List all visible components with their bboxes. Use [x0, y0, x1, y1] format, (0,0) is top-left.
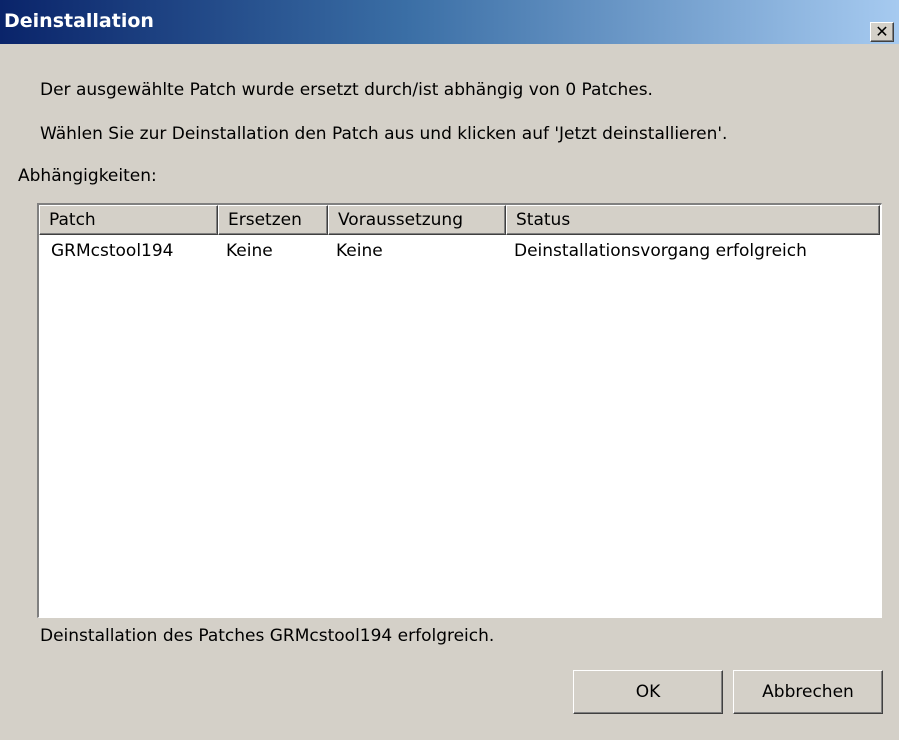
close-icon: ✕ [875, 22, 889, 41]
window-title: Deinstallation [4, 10, 154, 32]
list-header: Patch Ersetzen Voraussetzung Status [39, 205, 881, 235]
column-header-voraussetzung[interactable]: Voraussetzung [328, 205, 506, 235]
cell-status: Deinstallationsvorgang erfolgreich [514, 241, 807, 261]
close-button[interactable]: ✕ [870, 22, 894, 42]
cancel-button[interactable]: Abbrechen [733, 670, 883, 714]
column-header-patch[interactable]: Patch [39, 205, 218, 235]
column-header-status[interactable]: Status [506, 205, 880, 235]
cell-patch: GRMcstool194 [51, 241, 174, 261]
info-message-dependencies: Der ausgewählte Patch wurde ersetzt durc… [40, 80, 653, 100]
ok-button[interactable]: OK [573, 670, 723, 714]
cell-ersetzen: Keine [226, 241, 273, 261]
table-row[interactable]: GRMcstool194 Keine Keine Deinstallations… [39, 239, 881, 265]
cell-voraussetzung: Keine [336, 241, 383, 261]
info-message-instructions: Wählen Sie zur Deinstallation den Patch … [40, 124, 728, 144]
status-message: Deinstallation des Patches GRMcstool194 … [40, 626, 495, 646]
dependencies-list[interactable]: Patch Ersetzen Voraussetzung Status GRMc… [37, 203, 882, 618]
title-bar: Deinstallation ✕ [0, 0, 899, 45]
column-header-ersetzen[interactable]: Ersetzen [218, 205, 328, 235]
dependencies-label: Abhängigkeiten: [18, 166, 157, 186]
